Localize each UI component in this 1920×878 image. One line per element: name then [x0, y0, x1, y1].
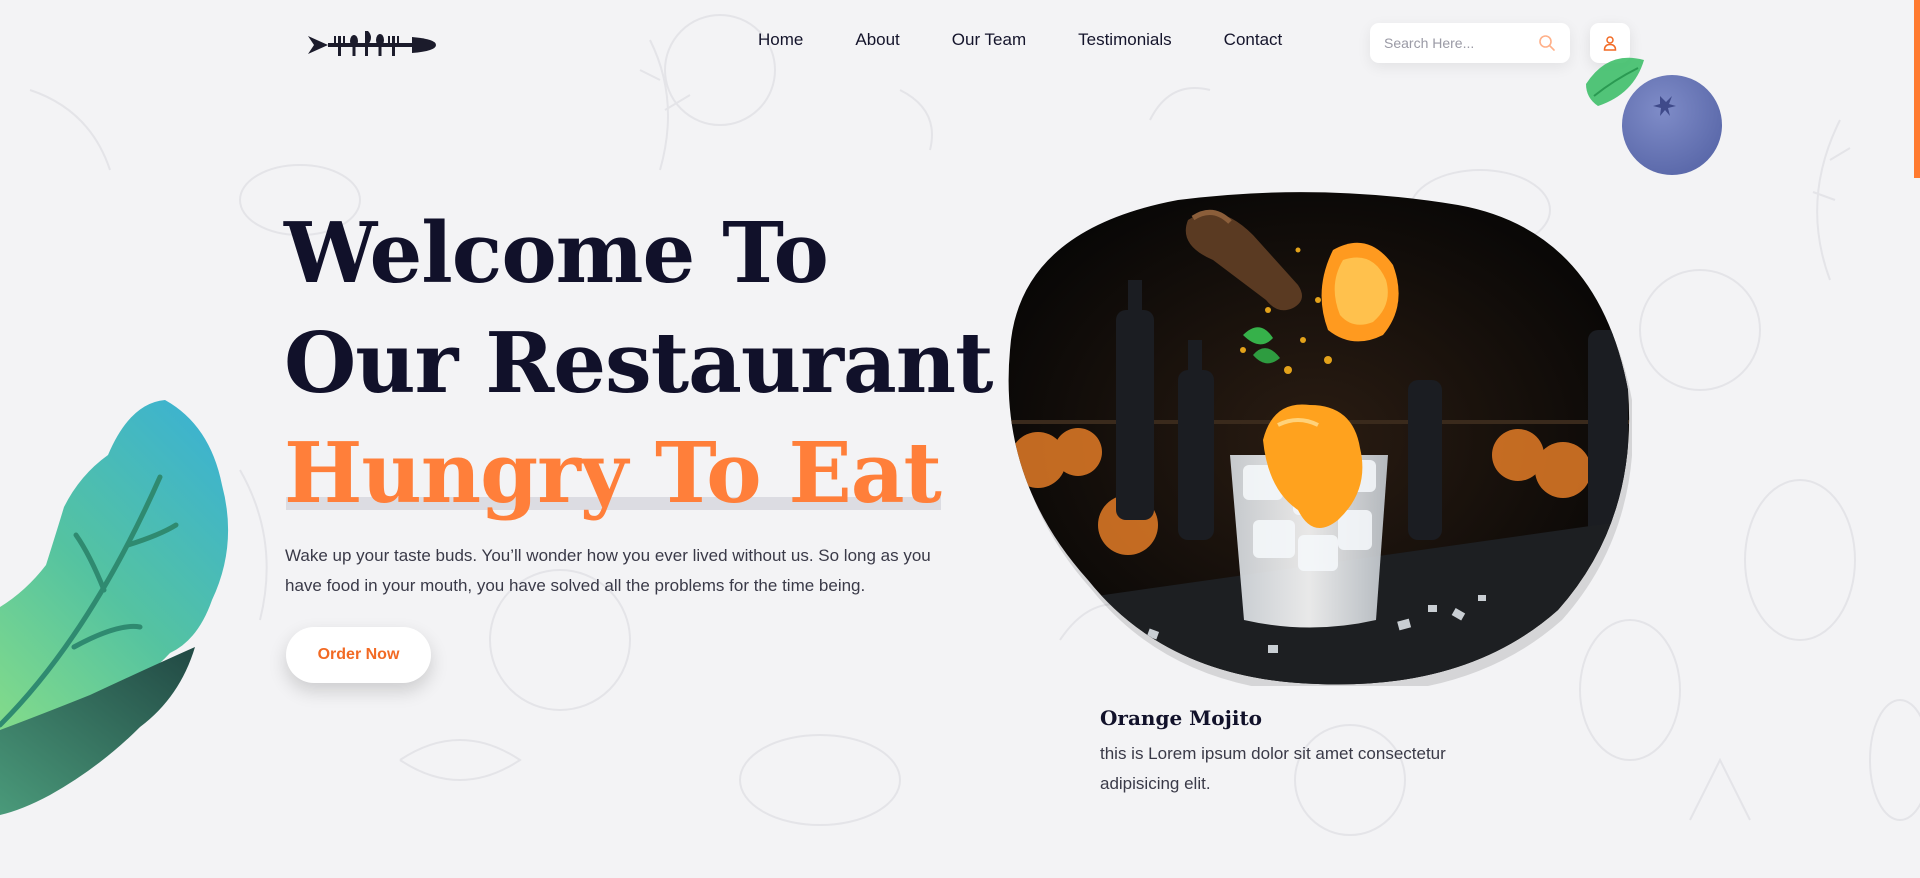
nav-item-contact[interactable]: Contact — [1224, 30, 1283, 50]
featured-dish-image[interactable] — [998, 190, 1632, 686]
nav-item-testimonials[interactable]: Testimonials — [1078, 30, 1172, 50]
search-icon[interactable] — [1538, 34, 1556, 52]
hero-title-line-2: Our Restaurant — [284, 314, 993, 412]
blueberry-decoration-icon — [1586, 57, 1722, 175]
nav-item-about[interactable]: About — [855, 30, 899, 50]
search-box — [1370, 23, 1570, 63]
leaf-decoration-icon — [0, 400, 229, 815]
nav-item-our-team[interactable]: Our Team — [952, 30, 1026, 50]
main-nav: Home About Our Team Testimonials Contact — [758, 30, 1334, 50]
cutlery-logo-icon[interactable] — [308, 28, 436, 62]
hero-title-accent: Hungry To Eat — [284, 418, 942, 528]
nav-item-home[interactable]: Home — [758, 30, 803, 50]
hero-description: Wake up your taste buds. You’ll wonder h… — [285, 546, 931, 595]
orange-mojito-illustration — [1008, 192, 1632, 686]
hero-title-line-1: Welcome To — [284, 204, 829, 302]
hero-title: Welcome To Our Restaurant Hungry To Eat — [284, 198, 993, 528]
featured-dish-description: this is Lorem ipsum dolor sit amet conse… — [1100, 744, 1446, 793]
featured-dish-title: Orange Mojito — [1100, 706, 1263, 730]
hero-title-accent-text: Hungry To Eat — [284, 424, 942, 522]
search-input[interactable] — [1384, 35, 1534, 51]
order-now-button[interactable]: Order Now — [286, 627, 431, 683]
